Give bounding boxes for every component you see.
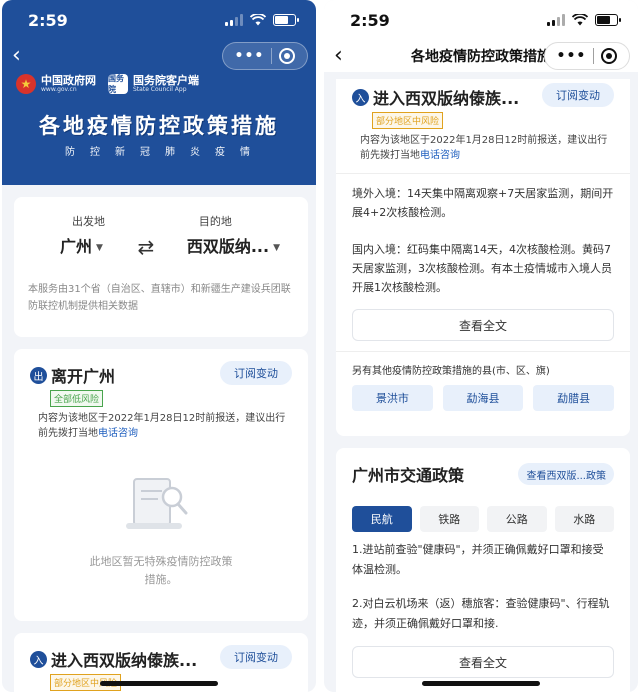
more-icon[interactable]: ••• [557, 48, 587, 64]
departure-value: 广州 [60, 237, 93, 256]
miniapp-capsule: ••• [222, 42, 308, 70]
enter-badge: 入 [30, 650, 47, 668]
tab-aviation[interactable]: 民航 [352, 506, 412, 532]
view-full-text-button[interactable]: 查看全文 [352, 309, 614, 341]
divider [336, 173, 630, 174]
status-icons [225, 14, 299, 26]
risk-badge: 部分地区中风险 [372, 112, 444, 129]
nav-bar: ‹ 各地疫情防控政策措施 ••• [324, 40, 638, 72]
data-source-note: 本服务由31个省（自治区、直辖市）和新疆生产建设兵团联防联控机制提供相关数据 [28, 284, 291, 312]
enter-place-name: 进入西双版纳傣族... [373, 89, 520, 108]
county-list: 景洪市 勐海县 勐腊县 [352, 385, 615, 411]
status-bar: 2:59 [2, 0, 316, 40]
header-banner: 2:59 ‹ ••• ★ 中国政府网 www.gov.cn 国务院 国务院客户端… [2, 0, 316, 185]
enter-policy-card: 入 进入西双版纳傣族... 订阅变动 部分地区中风险 内容为该地区于2022年1… [336, 79, 630, 436]
subscribe-button[interactable]: 订阅变动 [220, 361, 292, 385]
page-subtitle: 防控新冠肺炎疫情 [65, 147, 265, 158]
state-council-logo: 国务院 国务院客户端 State Council App [108, 74, 199, 94]
county-button[interactable]: 景洪市 [352, 385, 433, 411]
logo-row: ★ 中国政府网 www.gov.cn 国务院 国务院客户端 State Coun… [2, 72, 316, 96]
status-time: 2:59 [350, 10, 390, 30]
empty-document-search-icon [124, 473, 198, 539]
right-phone-screen: 2:59 ‹ 各地疫情防控政策措施 ••• 入 进入西双版纳傣族... 订阅变动… [324, 0, 638, 692]
status-icons [547, 14, 621, 26]
departure-label: 出发地 [72, 215, 105, 228]
tab-railway[interactable]: 铁路 [419, 506, 479, 532]
departure-picker[interactable]: 出发地 广州 ▼ [60, 213, 105, 257]
capsule-divider [593, 48, 595, 64]
dropdown-caret-icon: ▼ [273, 242, 280, 253]
traffic-policy-item: 2.对白云机场来（返）穗旅客：查验健康码"、行程轨迹，并须正确佩戴好口罩和接. [352, 597, 610, 630]
page-title: 各地疫情防控政策措施 [39, 113, 279, 138]
tab-waterway[interactable]: 水路 [554, 506, 614, 532]
transport-tabs: 民航 铁路 公路 水路 [352, 506, 614, 532]
screenshot-divider [316, 0, 324, 692]
view-destination-policy-button[interactable]: 查看西双版...政策 [518, 463, 614, 485]
gov-logo: ★ 中国政府网 www.gov.cn [16, 74, 96, 94]
divider [336, 351, 630, 352]
wifi-icon [572, 14, 588, 26]
view-full-text-button[interactable]: 查看全文 [352, 646, 614, 678]
report-note: 内容为该地区于2022年1月28日12时前报送，建议出行前先拨打当地电话咨询 [38, 413, 286, 439]
gov-logo-url: www.gov.cn [41, 86, 77, 94]
traffic-policy-title: 广州市交通政策 [352, 466, 465, 485]
report-note: 内容为该地区于2022年1月28日12时前报送，建议出行前先拨打当地电话咨询 [360, 135, 608, 161]
other-counties-label: 另有其他疫情防控政策措施的县(市、区、旗) [352, 366, 550, 377]
top-bar: 2:59 ‹ 各地疫情防控政策措施 ••• [324, 0, 638, 72]
enter-badge: 入 [352, 88, 369, 106]
leave-badge: 出 [30, 366, 47, 384]
domestic-entry-policy: 国内入境：红码集中隔离14天，4次核酸检测。黄码7天居家监测，3次核酸检测。有本… [352, 243, 612, 294]
route-selector-card: 出发地 广州 ▼ ⇄ 目的地 西双版纳... ▼ 本服务由31个省（自治区、直辖市）… [14, 197, 308, 337]
subscribe-button[interactable]: 订阅变动 [542, 83, 614, 107]
status-bar: 2:59 [324, 0, 638, 40]
home-indicator [100, 681, 218, 686]
county-button[interactable]: 勐腊县 [533, 385, 615, 411]
national-emblem-icon: ★ [16, 74, 36, 94]
traffic-policy-card: 广州市交通政策 查看西双版...政策 民航 铁路 公路 水路 1.进站前查验"健… [336, 448, 630, 692]
swap-icon[interactable]: ⇄ [138, 235, 155, 259]
enter-place-name: 进入西双版纳傣族... [51, 651, 198, 670]
back-arrow-icon[interactable]: ‹ [334, 45, 354, 67]
home-indicator [422, 681, 540, 686]
phone-consult-link[interactable]: 电话咨询 [98, 428, 138, 439]
battery-icon [273, 14, 299, 26]
risk-badge: 全部低风险 [50, 390, 104, 407]
close-miniapp-icon[interactable] [601, 48, 618, 64]
left-phone-screen: 2:59 ‹ ••• ★ 中国政府网 www.gov.cn 国务院 国务院客户端… [2, 0, 316, 692]
abroad-entry-policy: 境外入境：14天集中隔离观察+7天居家监测，期间开展4+2次核酸检测。 [352, 187, 614, 219]
close-miniapp-icon[interactable] [279, 48, 296, 64]
destination-label: 目的地 [198, 215, 232, 228]
phone-consult-link[interactable]: 电话咨询 [420, 150, 460, 161]
leave-policy-card: 出 离开广州 订阅变动 全部低风险 内容为该地区于2022年1月28日12时前报… [14, 349, 308, 621]
signal-icon [225, 14, 243, 26]
state-council-en: State Council App [133, 86, 187, 94]
more-icon[interactable]: ••• [235, 48, 265, 64]
destination-value: 西双版纳... [186, 237, 270, 256]
signal-icon [547, 14, 565, 26]
capsule-divider [271, 48, 273, 64]
dropdown-caret-icon: ▼ [96, 242, 103, 253]
wifi-icon [250, 14, 266, 26]
back-arrow-icon[interactable]: ‹ [12, 45, 32, 67]
subscribe-button[interactable]: 订阅变动 [220, 645, 292, 669]
leave-place-name: 离开广州 [51, 367, 116, 386]
destination-picker[interactable]: 目的地 西双版纳... ▼ [187, 213, 280, 257]
traffic-policy-item: 1.进站前查验"健康码"，并须正确佩戴好口罩和接受体温检测。 [352, 543, 604, 576]
empty-state-text: 此地区暂无特殊疫情防控政策措施。 [89, 555, 233, 586]
tab-highway[interactable]: 公路 [487, 506, 547, 532]
county-button[interactable]: 勐海县 [442, 385, 524, 411]
nav-bar: ‹ ••• [2, 40, 316, 72]
status-time: 2:59 [28, 10, 68, 30]
miniapp-capsule: ••• [544, 42, 630, 70]
battery-icon [595, 14, 621, 26]
state-council-app-icon: 国务院 [108, 74, 128, 94]
